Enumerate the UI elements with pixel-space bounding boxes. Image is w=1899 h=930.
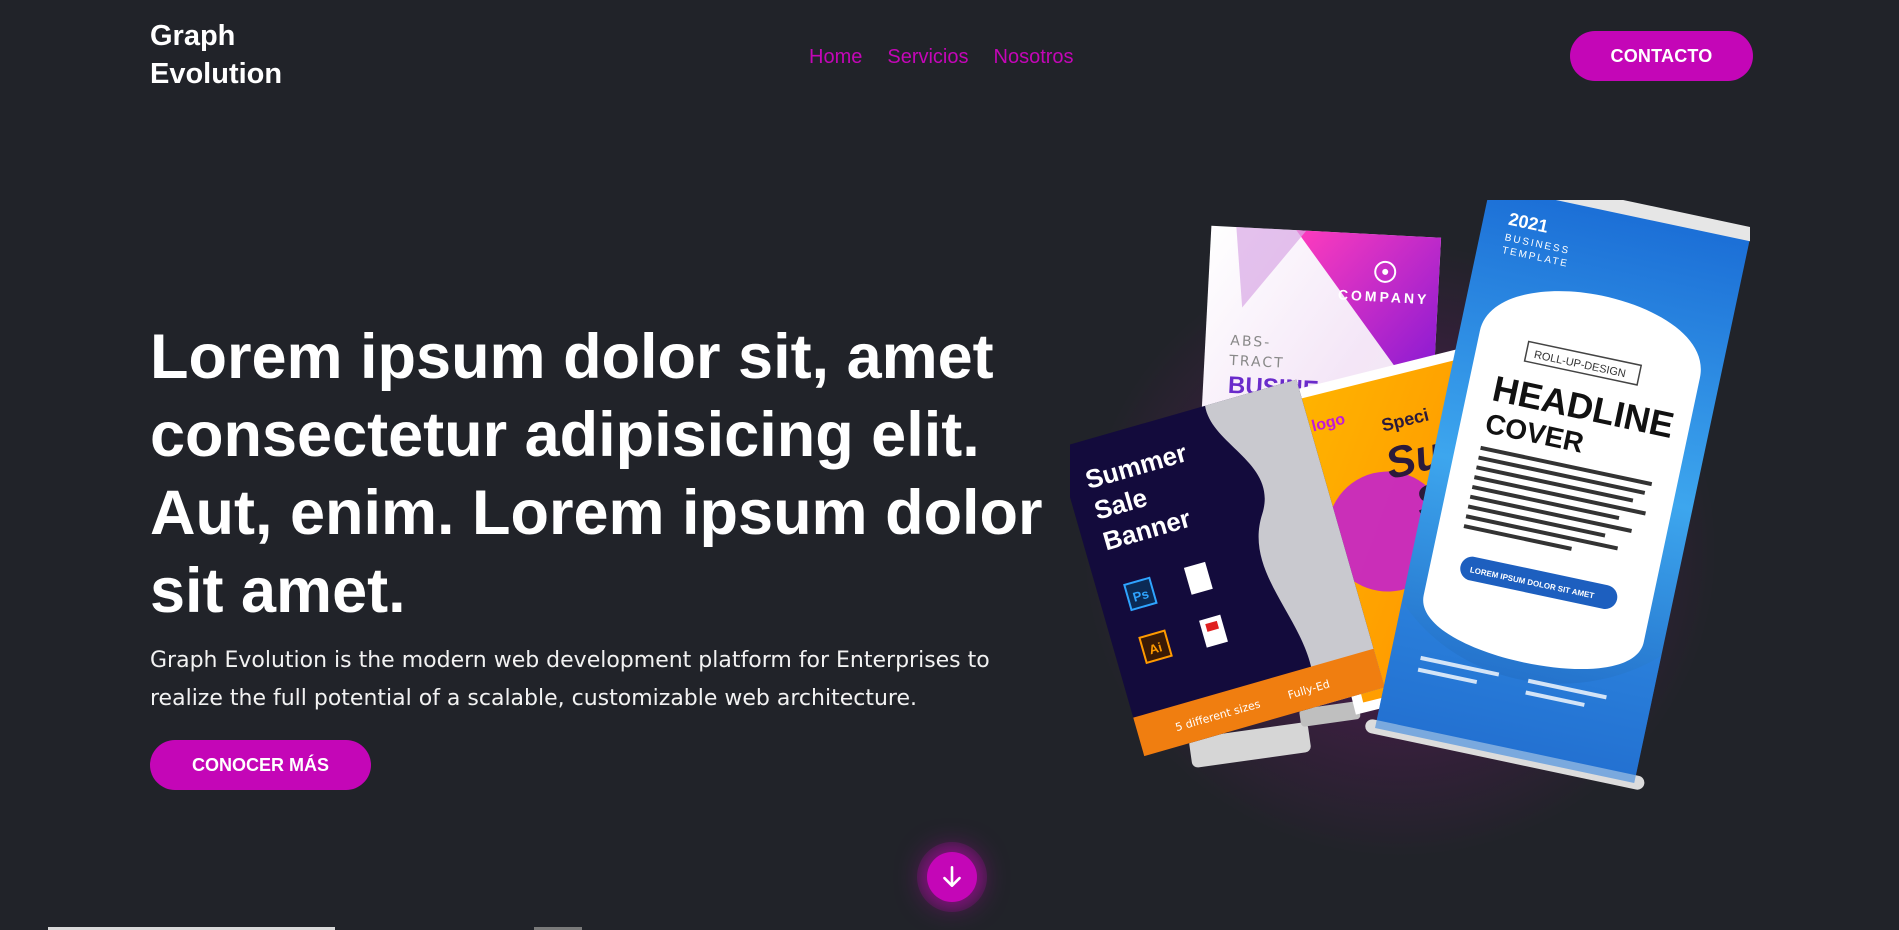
nav-servicios[interactable]: Servicios bbox=[887, 46, 968, 69]
scroll-down-circle bbox=[927, 852, 977, 902]
svg-text:ABS-: ABS- bbox=[1230, 333, 1272, 351]
scroll-down-button[interactable] bbox=[917, 842, 987, 912]
brand-line-1: Graph bbox=[150, 20, 236, 52]
brand-line-2: Evolution bbox=[150, 58, 283, 90]
hero-subtext: Graph Evolution is the modern web develo… bbox=[150, 648, 990, 711]
learn-more-button[interactable]: CONOCER MÁS bbox=[150, 740, 371, 790]
nav-nosotros[interactable]: Nosotros bbox=[994, 46, 1074, 69]
contact-button[interactable]: CONTACTO bbox=[1570, 31, 1753, 81]
hero-headline: Lorem ipsum dolor sit, amet consectetur … bbox=[150, 322, 1043, 626]
brand-logo[interactable]: Graph Evolution bbox=[150, 17, 310, 93]
main-nav: Home Servicios Nosotros bbox=[809, 46, 1074, 69]
arrow-down-icon bbox=[943, 865, 961, 887]
svg-text:TRACT: TRACT bbox=[1228, 353, 1285, 372]
hero-banners-illustration: COMPANY ABS- TRACT BUSINE logo Speci Su … bbox=[1070, 200, 1750, 790]
nav-home[interactable]: Home bbox=[809, 46, 862, 69]
